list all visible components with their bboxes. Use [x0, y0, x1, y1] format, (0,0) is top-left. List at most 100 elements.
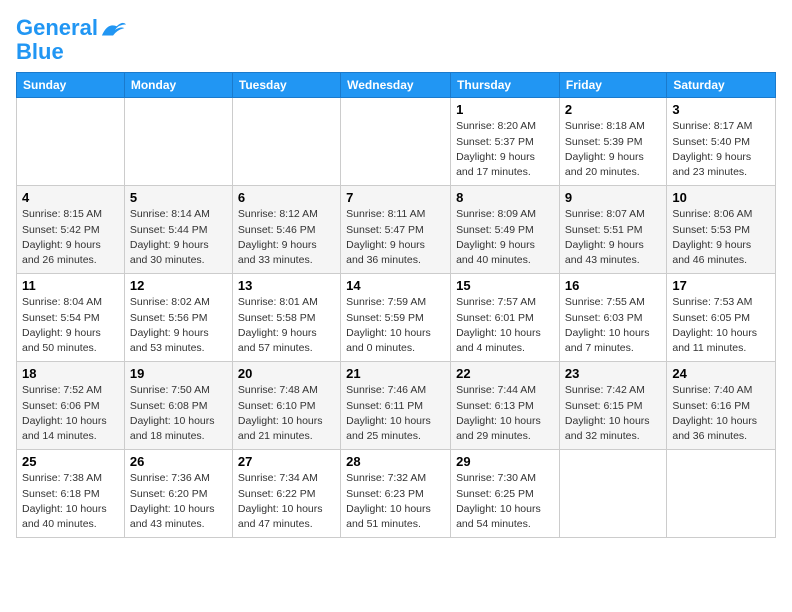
calendar-cell [667, 450, 776, 538]
day-number: 29 [456, 454, 554, 469]
calendar-cell: 18 Sunrise: 7:52 AM Sunset: 6:06 PM Dayli… [17, 362, 125, 450]
week-row-1: 1 Sunrise: 8:20 AM Sunset: 5:37 PM Daylig… [17, 98, 776, 186]
day-info: Sunrise: 7:55 AM Sunset: 6:03 PM Dayligh… [565, 295, 661, 356]
day-number: 11 [22, 278, 119, 293]
day-number: 8 [456, 190, 554, 205]
calendar-cell: 26Sunrise: 7:36 AM Sunset: 6:20 PM Dayli… [124, 450, 232, 538]
calendar-cell: 11 Sunrise: 8:04 AM Sunset: 5:54 PM Dayli… [17, 274, 125, 362]
calendar-body: 1 Sunrise: 8:20 AM Sunset: 5:37 PM Daylig… [17, 98, 776, 538]
week-row-4: 18 Sunrise: 7:52 AM Sunset: 6:06 PM Dayli… [17, 362, 776, 450]
day-info: Sunrise: 7:59 AM Sunset: 5:59 PM Dayligh… [346, 295, 445, 356]
calendar-cell: 21 Sunrise: 7:46 AM Sunset: 6:11 PM Dayli… [341, 362, 451, 450]
calendar-cell: 9Sunrise: 8:07 AM Sunset: 5:51 PM Daylig… [559, 186, 666, 274]
calendar-cell: 16 Sunrise: 7:55 AM Sunset: 6:03 PM Dayli… [559, 274, 666, 362]
day-number: 7 [346, 190, 445, 205]
calendar-cell [124, 98, 232, 186]
day-number: 10 [672, 190, 770, 205]
day-header-sunday: Sunday [17, 73, 125, 98]
day-number: 18 [22, 366, 119, 381]
calendar-cell [559, 450, 666, 538]
calendar-cell: 22 Sunrise: 7:44 AM Sunset: 6:13 PM Dayli… [451, 362, 560, 450]
calendar-cell: 8 Sunrise: 8:09 AM Sunset: 5:49 PM Daylig… [451, 186, 560, 274]
calendar-cell: 15Sunrise: 7:57 AM Sunset: 6:01 PM Dayli… [451, 274, 560, 362]
day-number: 23 [565, 366, 661, 381]
day-number: 5 [130, 190, 227, 205]
calendar-cell [17, 98, 125, 186]
calendar-cell: 12 Sunrise: 8:02 AM Sunset: 5:56 PM Dayli… [124, 274, 232, 362]
day-info: Sunrise: 7:42 AM Sunset: 6:15 PM Dayligh… [565, 383, 661, 444]
calendar-cell: 19 Sunrise: 7:50 AM Sunset: 6:08 PM Dayli… [124, 362, 232, 450]
day-info: Sunrise: 7:48 AM Sunset: 6:10 PM Dayligh… [238, 383, 335, 444]
day-info: Sunrise: 8:09 AM Sunset: 5:49 PM Dayligh… [456, 207, 554, 268]
day-info: Sunrise: 7:53 AM Sunset: 6:05 PM Dayligh… [672, 295, 770, 356]
day-info: Sunrise: 7:32 AM Sunset: 6:23 PM Dayligh… [346, 471, 445, 532]
logo: General Blue [16, 16, 128, 64]
day-number: 6 [238, 190, 335, 205]
week-row-3: 11 Sunrise: 8:04 AM Sunset: 5:54 PM Dayli… [17, 274, 776, 362]
day-number: 20 [238, 366, 335, 381]
day-number: 28 [346, 454, 445, 469]
day-header-wednesday: Wednesday [341, 73, 451, 98]
day-info: Sunrise: 7:30 AM Sunset: 6:25 PM Dayligh… [456, 471, 554, 532]
day-header-tuesday: Tuesday [232, 73, 340, 98]
day-info: Sunrise: 7:40 AM Sunset: 6:16 PM Dayligh… [672, 383, 770, 444]
week-row-5: 25 Sunrise: 7:38 AM Sunset: 6:18 PM Dayli… [17, 450, 776, 538]
day-info: Sunrise: 7:34 AM Sunset: 6:22 PM Dayligh… [238, 471, 335, 532]
day-info: Sunrise: 7:44 AM Sunset: 6:13 PM Dayligh… [456, 383, 554, 444]
day-info: Sunrise: 8:04 AM Sunset: 5:54 PM Dayligh… [22, 295, 119, 356]
calendar-cell: 3 Sunrise: 8:17 AM Sunset: 5:40 PM Daylig… [667, 98, 776, 186]
day-info: Sunrise: 8:17 AM Sunset: 5:40 PM Dayligh… [672, 119, 770, 180]
calendar-cell: 20 Sunrise: 7:48 AM Sunset: 6:10 PM Dayli… [232, 362, 340, 450]
day-number: 1 [456, 102, 554, 117]
day-info: Sunrise: 8:11 AM Sunset: 5:47 PM Dayligh… [346, 207, 445, 268]
day-number: 26 [130, 454, 227, 469]
day-info: Sunrise: 8:14 AM Sunset: 5:44 PM Dayligh… [130, 207, 227, 268]
day-info: Sunrise: 7:46 AM Sunset: 6:11 PM Dayligh… [346, 383, 445, 444]
day-number: 22 [456, 366, 554, 381]
day-number: 19 [130, 366, 227, 381]
day-number: 14 [346, 278, 445, 293]
day-info: Sunrise: 8:07 AM Sunset: 5:51 PM Dayligh… [565, 207, 661, 268]
day-number: 13 [238, 278, 335, 293]
day-info: Sunrise: 8:15 AM Sunset: 5:42 PM Dayligh… [22, 207, 119, 268]
page-header: General Blue [16, 16, 776, 64]
day-number: 2 [565, 102, 661, 117]
week-row-2: 4Sunrise: 8:15 AM Sunset: 5:42 PM Daylig… [17, 186, 776, 274]
logo-text: General Blue [16, 16, 128, 64]
day-header-monday: Monday [124, 73, 232, 98]
calendar-cell: 17Sunrise: 7:53 AM Sunset: 6:05 PM Dayli… [667, 274, 776, 362]
day-info: Sunrise: 7:38 AM Sunset: 6:18 PM Dayligh… [22, 471, 119, 532]
day-number: 3 [672, 102, 770, 117]
day-info: Sunrise: 8:02 AM Sunset: 5:56 PM Dayligh… [130, 295, 227, 356]
calendar-cell: 4Sunrise: 8:15 AM Sunset: 5:42 PM Daylig… [17, 186, 125, 274]
calendar-cell: 23 Sunrise: 7:42 AM Sunset: 6:15 PM Dayli… [559, 362, 666, 450]
day-info: Sunrise: 7:52 AM Sunset: 6:06 PM Dayligh… [22, 383, 119, 444]
calendar-cell: 5 Sunrise: 8:14 AM Sunset: 5:44 PM Daylig… [124, 186, 232, 274]
day-info: Sunrise: 7:50 AM Sunset: 6:08 PM Dayligh… [130, 383, 227, 444]
day-header-saturday: Saturday [667, 73, 776, 98]
calendar-table: SundayMondayTuesdayWednesdayThursdayFrid… [16, 72, 776, 538]
calendar-cell: 1 Sunrise: 8:20 AM Sunset: 5:37 PM Daylig… [451, 98, 560, 186]
calendar-cell: 14 Sunrise: 7:59 AM Sunset: 5:59 PM Dayli… [341, 274, 451, 362]
calendar-cell: 13Sunrise: 8:01 AM Sunset: 5:58 PM Dayli… [232, 274, 340, 362]
day-info: Sunrise: 8:12 AM Sunset: 5:46 PM Dayligh… [238, 207, 335, 268]
calendar-cell: 29 Sunrise: 7:30 AM Sunset: 6:25 PM Dayli… [451, 450, 560, 538]
calendar-cell [232, 98, 340, 186]
calendar-cell: 7 Sunrise: 8:11 AM Sunset: 5:47 PM Daylig… [341, 186, 451, 274]
day-info: Sunrise: 8:06 AM Sunset: 5:53 PM Dayligh… [672, 207, 770, 268]
calendar-cell: 24Sunrise: 7:40 AM Sunset: 6:16 PM Dayli… [667, 362, 776, 450]
day-number: 12 [130, 278, 227, 293]
day-number: 21 [346, 366, 445, 381]
calendar-cell [341, 98, 451, 186]
day-number: 25 [22, 454, 119, 469]
day-info: Sunrise: 8:20 AM Sunset: 5:37 PM Dayligh… [456, 119, 554, 180]
day-header-friday: Friday [559, 73, 666, 98]
calendar-cell: 27 Sunrise: 7:34 AM Sunset: 6:22 PM Dayli… [232, 450, 340, 538]
calendar-header-row: SundayMondayTuesdayWednesdayThursdayFrid… [17, 73, 776, 98]
calendar-cell: 6 Sunrise: 8:12 AM Sunset: 5:46 PM Daylig… [232, 186, 340, 274]
day-number: 16 [565, 278, 661, 293]
calendar-cell: 25 Sunrise: 7:38 AM Sunset: 6:18 PM Dayli… [17, 450, 125, 538]
day-number: 27 [238, 454, 335, 469]
calendar-cell: 10 Sunrise: 8:06 AM Sunset: 5:53 PM Dayli… [667, 186, 776, 274]
calendar-cell: 2Sunrise: 8:18 AM Sunset: 5:39 PM Daylig… [559, 98, 666, 186]
